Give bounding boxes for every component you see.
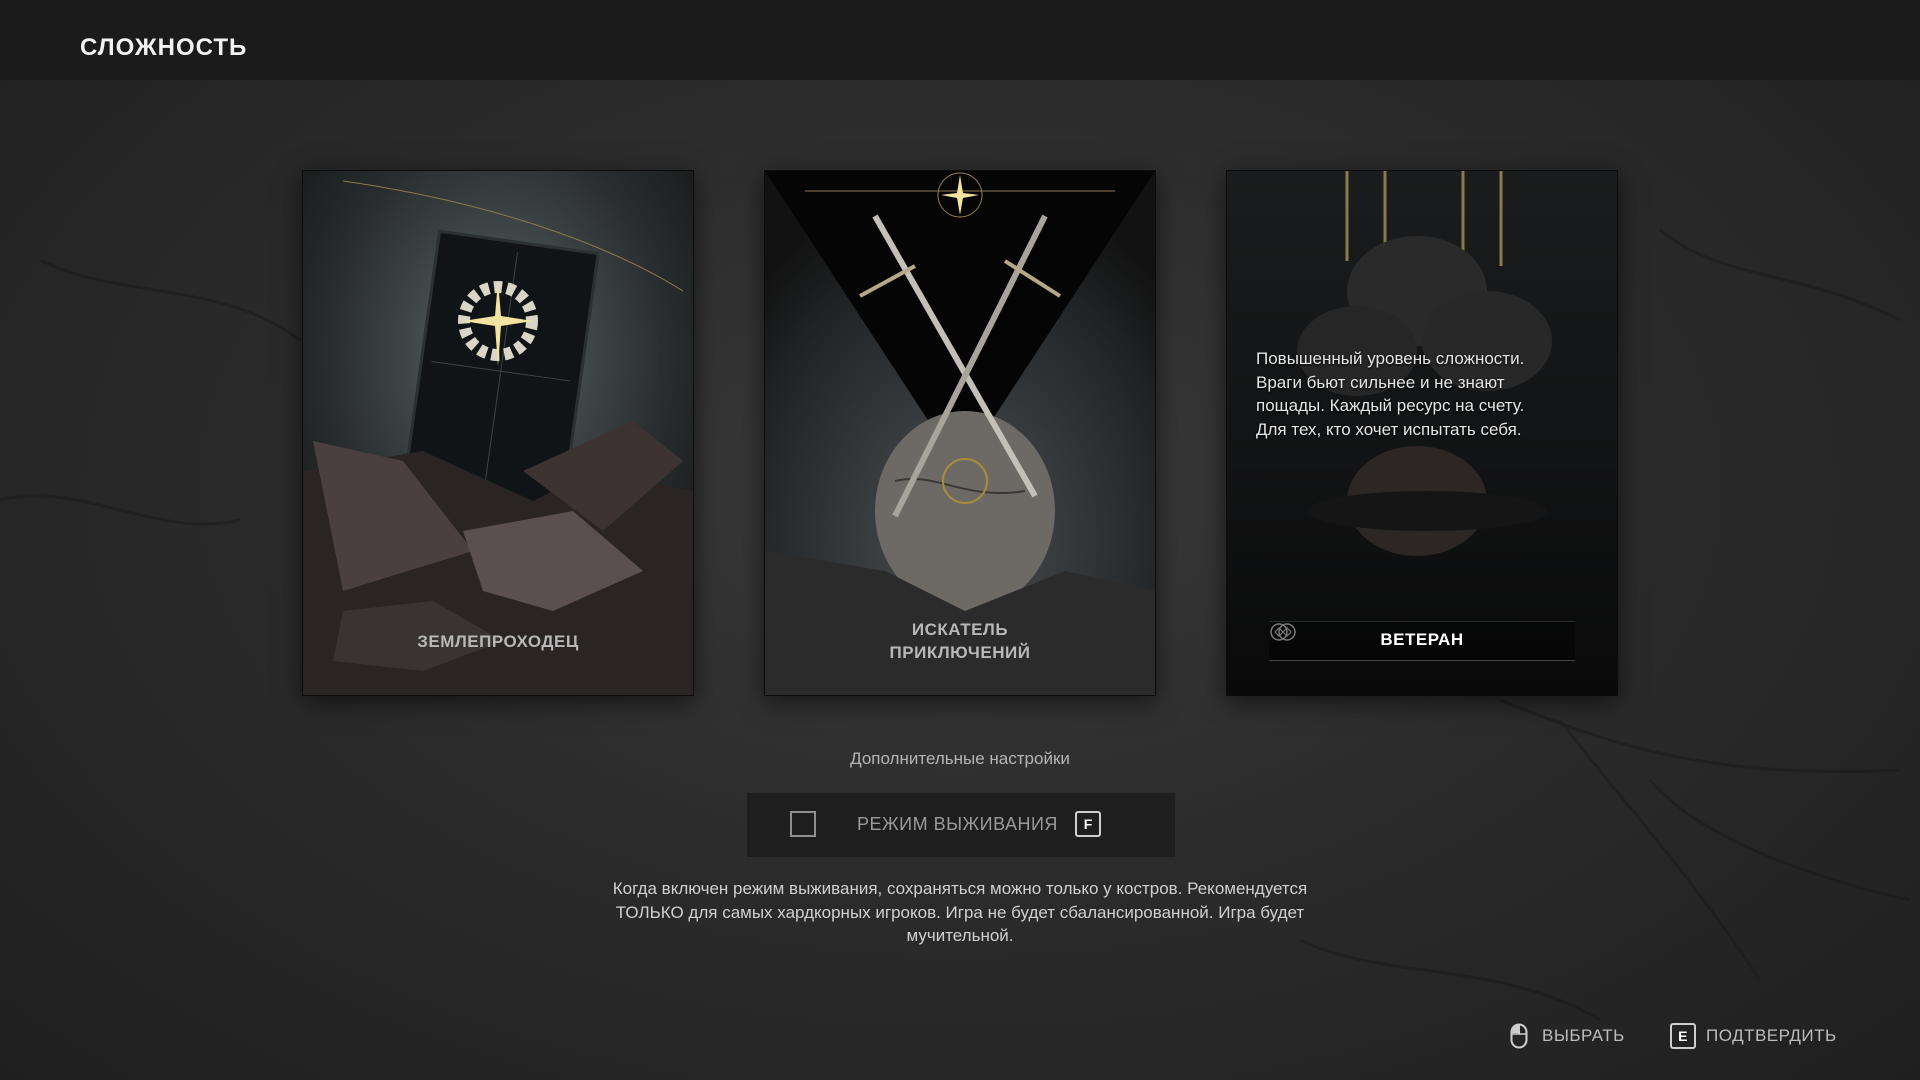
hint-confirm-label: ПОДТВЕРДИТЬ — [1706, 1026, 1837, 1045]
card-description-line: пощады. Каждый ресурс на счету. — [1256, 396, 1525, 415]
hint-select-label: ВЫБРАТЬ — [1542, 1026, 1625, 1045]
note-line: мучительной. — [906, 926, 1014, 945]
extra-settings-label: Дополнительные настройки — [850, 749, 1070, 768]
selected-card-bar: ВЕТЕРАН — [1269, 621, 1575, 661]
ornament-right-icon — [1270, 623, 1288, 641]
key-f-icon: F — [1075, 811, 1101, 837]
note-line: ТОЛЬКО для самых хардкорных игроков. Игр… — [615, 902, 1305, 922]
card-title-line-2: ПРИКЛЮЧЕНИЙ — [889, 643, 1031, 662]
survival-mode-toggle[interactable]: РЕЖИМ ВЫЖИВАНИЯ F — [746, 792, 1176, 858]
survival-mode-label: РЕЖИМ ВЫЖИВАНИЯ — [857, 814, 1058, 834]
card-title-veteran: ВЕТЕРАН — [1380, 630, 1464, 649]
note-line: Когда включен режим выживания, сохранять… — [612, 879, 1308, 898]
card-description: Повышенный уровень сложности. Враги бьют… — [1256, 347, 1596, 441]
difficulty-card-veteran[interactable]: Повышенный уровень сложности. Враги бьют… — [1227, 171, 1617, 695]
mouse-icon — [1510, 1023, 1528, 1049]
survival-mode-note: Когда включен режим выживания, сохранять… — [560, 877, 1360, 948]
card-description-line: Для тех, кто хочет испытать себя. — [1256, 419, 1522, 439]
card-artwork — [303, 171, 693, 695]
difficulty-card-earthwalker[interactable]: ЗЕМЛЕПРОХОДЕЦ — [303, 171, 693, 695]
key-e-icon: E — [1670, 1023, 1696, 1049]
card-title-earthwalker: ЗЕМЛЕПРОХОДЕЦ — [417, 632, 579, 651]
survival-mode-checkbox[interactable] — [790, 811, 816, 837]
hint-confirm[interactable]: E ПОДТВЕРДИТЬ — [1670, 1022, 1837, 1050]
card-artwork — [765, 171, 1155, 695]
card-title-line-1: ИСКАТЕЛЬ — [911, 620, 1009, 639]
card-description-line: Враги бьют сильнее и не знают — [1256, 372, 1505, 392]
difficulty-card-adventure-seeker[interactable]: ИСКАТЕЛЬ ПРИКЛЮЧЕНИЙ — [765, 171, 1155, 695]
hint-select[interactable]: ВЫБРАТЬ — [1510, 1022, 1625, 1050]
card-description-line: Повышенный уровень сложности. — [1256, 349, 1525, 368]
top-bar: СЛОЖНОСТЬ — [0, 0, 1920, 80]
page-title: СЛОЖНОСТЬ — [80, 34, 248, 61]
card-title-adventure-seeker: ИСКАТЕЛЬ ПРИКЛЮЧЕНИЙ — [765, 618, 1155, 664]
